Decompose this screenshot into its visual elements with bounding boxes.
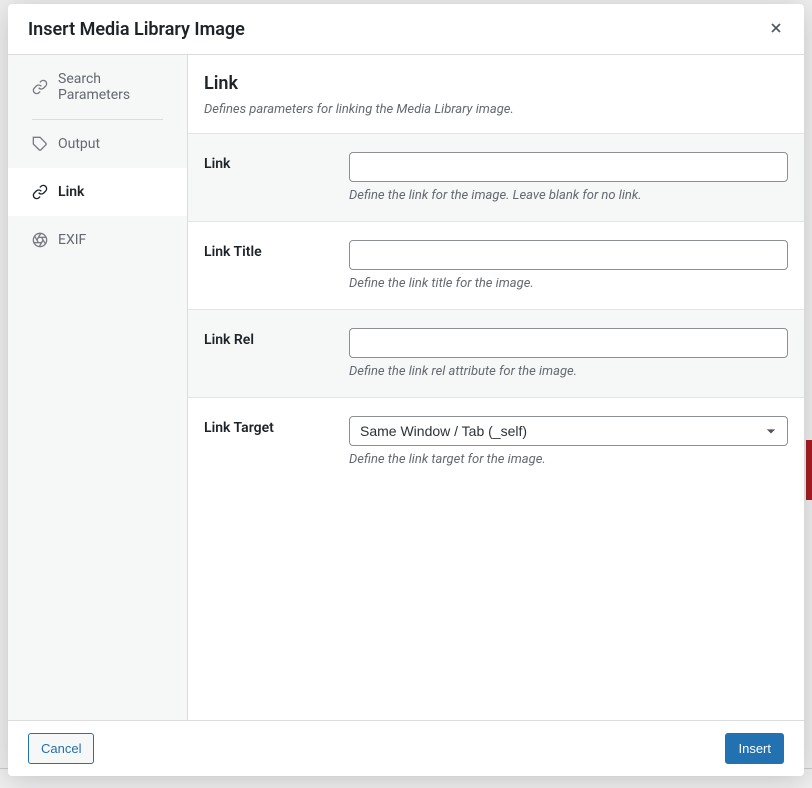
link-target-field-wrap: Same Window / Tab (_self) Define the lin… (349, 416, 788, 467)
link-title-hint: Define the link title for the image. (349, 276, 788, 291)
aperture-icon (32, 232, 48, 248)
link-target-select[interactable]: Same Window / Tab (_self) (349, 416, 788, 446)
background-accent (806, 440, 812, 500)
form-row-link-title: Link Title Define the link title for the… (188, 221, 804, 309)
content-description: Defines parameters for linking the Media… (204, 102, 788, 117)
link-rel-label: Link Rel (204, 328, 349, 379)
insert-media-modal: Insert Media Library Image Search Parame… (8, 4, 804, 776)
modal-title: Insert Media Library Image (28, 19, 245, 40)
form-row-link-rel: Link Rel Define the link rel attribute f… (188, 309, 804, 397)
close-icon (768, 16, 784, 41)
modal-footer: Cancel Insert (8, 720, 804, 777)
sidebar-item-link[interactable]: Link (8, 168, 187, 216)
form-row-link-target: Link Target Same Window / Tab (_self) De… (188, 397, 804, 485)
link-icon (32, 79, 48, 95)
link-target-label: Link Target (204, 416, 349, 467)
sidebar-item-search-parameters[interactable]: Search Parameters (8, 55, 187, 119)
modal-header: Insert Media Library Image (8, 4, 804, 55)
link-label: Link (204, 152, 349, 203)
tag-icon (32, 136, 48, 152)
sidebar-item-label: EXIF (58, 232, 86, 248)
sidebar-item-exif[interactable]: EXIF (8, 216, 187, 264)
form-row-link: Link Define the link for the image. Leav… (188, 133, 804, 221)
sidebar-item-label: Search Parameters (58, 71, 171, 103)
link-title-label: Link Title (204, 240, 349, 291)
link-rel-hint: Define the link rel attribute for the im… (349, 364, 788, 379)
sidebar-item-label: Output (58, 136, 100, 152)
content-title: Link (204, 73, 788, 94)
sidebar-item-output[interactable]: Output (8, 120, 187, 168)
modal-body: Search Parameters Output Link EXIF (8, 55, 804, 720)
link-field-wrap: Define the link for the image. Leave bla… (349, 152, 788, 203)
insert-button[interactable]: Insert (725, 733, 784, 765)
link-input[interactable] (349, 152, 788, 182)
link-icon (32, 184, 48, 200)
sidebar-item-label: Link (58, 184, 84, 200)
link-rel-field-wrap: Define the link rel attribute for the im… (349, 328, 788, 379)
content-panel: Link Defines parameters for linking the … (188, 55, 804, 720)
content-header: Link Defines parameters for linking the … (188, 55, 804, 133)
sidebar: Search Parameters Output Link EXIF (8, 55, 188, 720)
link-title-input[interactable] (349, 240, 788, 270)
link-hint: Define the link for the image. Leave bla… (349, 188, 788, 203)
close-button[interactable] (764, 14, 788, 44)
link-title-field-wrap: Define the link title for the image. (349, 240, 788, 291)
link-target-hint: Define the link target for the image. (349, 452, 788, 467)
cancel-button[interactable]: Cancel (28, 733, 94, 765)
link-rel-input[interactable] (349, 328, 788, 358)
